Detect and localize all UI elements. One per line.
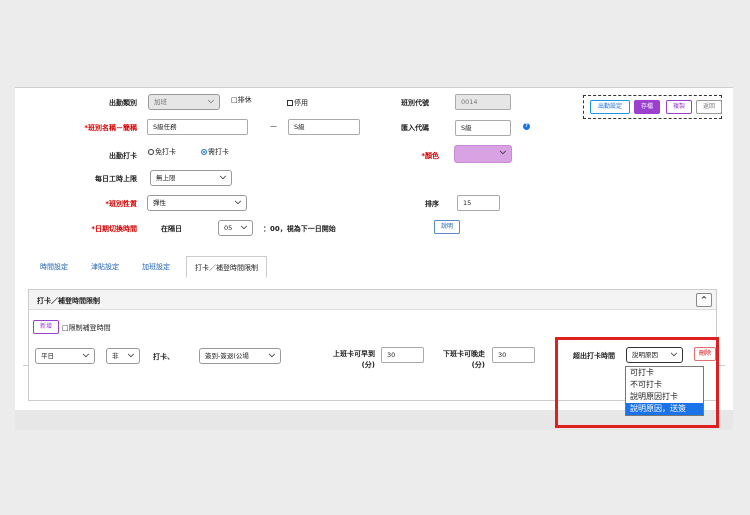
add-button[interactable]: 新增	[33, 320, 59, 334]
chevron-down-icon: ⌵	[82, 350, 89, 359]
shift-code-field: 0014	[455, 94, 511, 110]
save-button[interactable]: 存檔	[634, 100, 660, 114]
color-select[interactable]: ⌵	[454, 145, 512, 163]
sub-type-select[interactable]: 非 ⌵	[106, 348, 140, 364]
shift-code-label: 班別代號	[401, 99, 429, 107]
early-label: 上班卡可早到	[333, 350, 375, 358]
late-label: 下班卡可晚走	[443, 350, 485, 358]
chevron-down-icon: ⌵	[127, 350, 134, 359]
day-switch-suffix: ：00，視為下一日開始	[263, 225, 336, 233]
punch-label: 出勤打卡	[109, 152, 137, 160]
punch-free-label: 免打卡	[155, 148, 176, 156]
day-switch-label: *日期切換時間	[91, 225, 137, 233]
daily-hours-value: 無上限	[156, 174, 176, 182]
scope-value: 簽到-簽退(公場	[205, 352, 249, 360]
color-label: *顏色	[421, 152, 439, 160]
help-icon[interactable]: ?	[523, 123, 530, 130]
sort-label: 排序	[425, 200, 439, 208]
checkbox-icon	[287, 100, 293, 106]
shift-nature-select[interactable]: 彈性 ⌵	[147, 195, 247, 211]
shift-short-field[interactable]: S級	[288, 119, 360, 135]
import-code-label: 匯入代碼	[401, 124, 429, 132]
day-type-select[interactable]: 平日 ⌵	[35, 348, 95, 364]
tab-time-settings[interactable]: 時間設定	[38, 256, 70, 278]
punch-need-label: 需打卡	[208, 148, 229, 156]
attend-settings-button[interactable]: 出勤設定	[590, 100, 630, 114]
day-switch-hour-select[interactable]: 05 ⌵	[218, 220, 253, 236]
chevron-down-icon: ⌵	[268, 350, 275, 359]
disable-checkbox[interactable]: 停用	[287, 98, 308, 108]
collapse-icon[interactable]: ^	[696, 293, 712, 307]
shift-nature-value: 彈性	[153, 199, 166, 207]
punch-free-radio[interactable]: 免打卡	[148, 147, 176, 157]
chevron-down-icon: ⌵	[219, 172, 226, 181]
section-title: 打卡／補登時間限制	[37, 297, 100, 305]
back-button[interactable]: 返回	[696, 100, 722, 114]
tab-punch-limits[interactable]: 打卡／補登時間限制	[186, 256, 267, 278]
highlight-annotation	[555, 337, 719, 428]
late-unit: (分)	[471, 361, 485, 369]
radio-icon	[148, 149, 154, 155]
early-unit: (分)	[361, 361, 375, 369]
shift-nature-label: *班別性質	[105, 200, 137, 208]
punch-type-label: 打卡、	[153, 353, 174, 361]
attend-type-value: 加班	[154, 98, 167, 106]
sub-type-value: 非	[112, 352, 119, 360]
chevron-down-icon: ⌵	[234, 197, 241, 206]
attend-type-select[interactable]: 加班 ⌵	[148, 94, 220, 110]
disable-label: 停用	[294, 99, 308, 107]
day-type-value: 平日	[41, 352, 54, 360]
attend-type-label: 出勤類別	[109, 99, 137, 107]
early-minutes-field[interactable]: 30	[381, 347, 424, 363]
day-switch-hour-value: 05	[224, 224, 233, 232]
radio-selected-icon	[201, 149, 207, 155]
shift-name-label: *班別名稱－簡稱	[84, 124, 137, 132]
scope-select[interactable]: 簽到-簽退(公場 ⌵	[199, 348, 281, 364]
daily-hours-label: 每日工時上限	[95, 175, 137, 183]
shift-name-field[interactable]: S級任務	[147, 119, 248, 135]
sort-field[interactable]: 15	[457, 195, 500, 211]
chevron-down-icon: ⌵	[240, 222, 247, 231]
tab-overtime-settings[interactable]: 加班設定	[140, 256, 172, 278]
limit-checkbox[interactable]: □限制補登時間	[62, 323, 111, 333]
explain-button[interactable]: 說明	[434, 220, 460, 234]
punch-need-radio[interactable]: 需打卡	[201, 147, 229, 157]
import-code-field[interactable]: S級	[455, 120, 511, 136]
daily-hours-select[interactable]: 無上限 ⌵	[150, 170, 232, 186]
tab-allowance-settings[interactable]: 津貼設定	[89, 256, 121, 278]
rest-checkbox[interactable]: □排休	[231, 95, 252, 105]
day-switch-prefix: 在隔日	[161, 225, 182, 233]
late-minutes-field[interactable]: 30	[492, 347, 535, 363]
copy-button[interactable]: 複製	[666, 100, 692, 114]
chevron-down-icon: ⌵	[207, 96, 214, 105]
section-header	[29, 290, 716, 310]
dash-separator: —	[270, 122, 277, 130]
chevron-down-icon: ⌵	[499, 147, 506, 156]
